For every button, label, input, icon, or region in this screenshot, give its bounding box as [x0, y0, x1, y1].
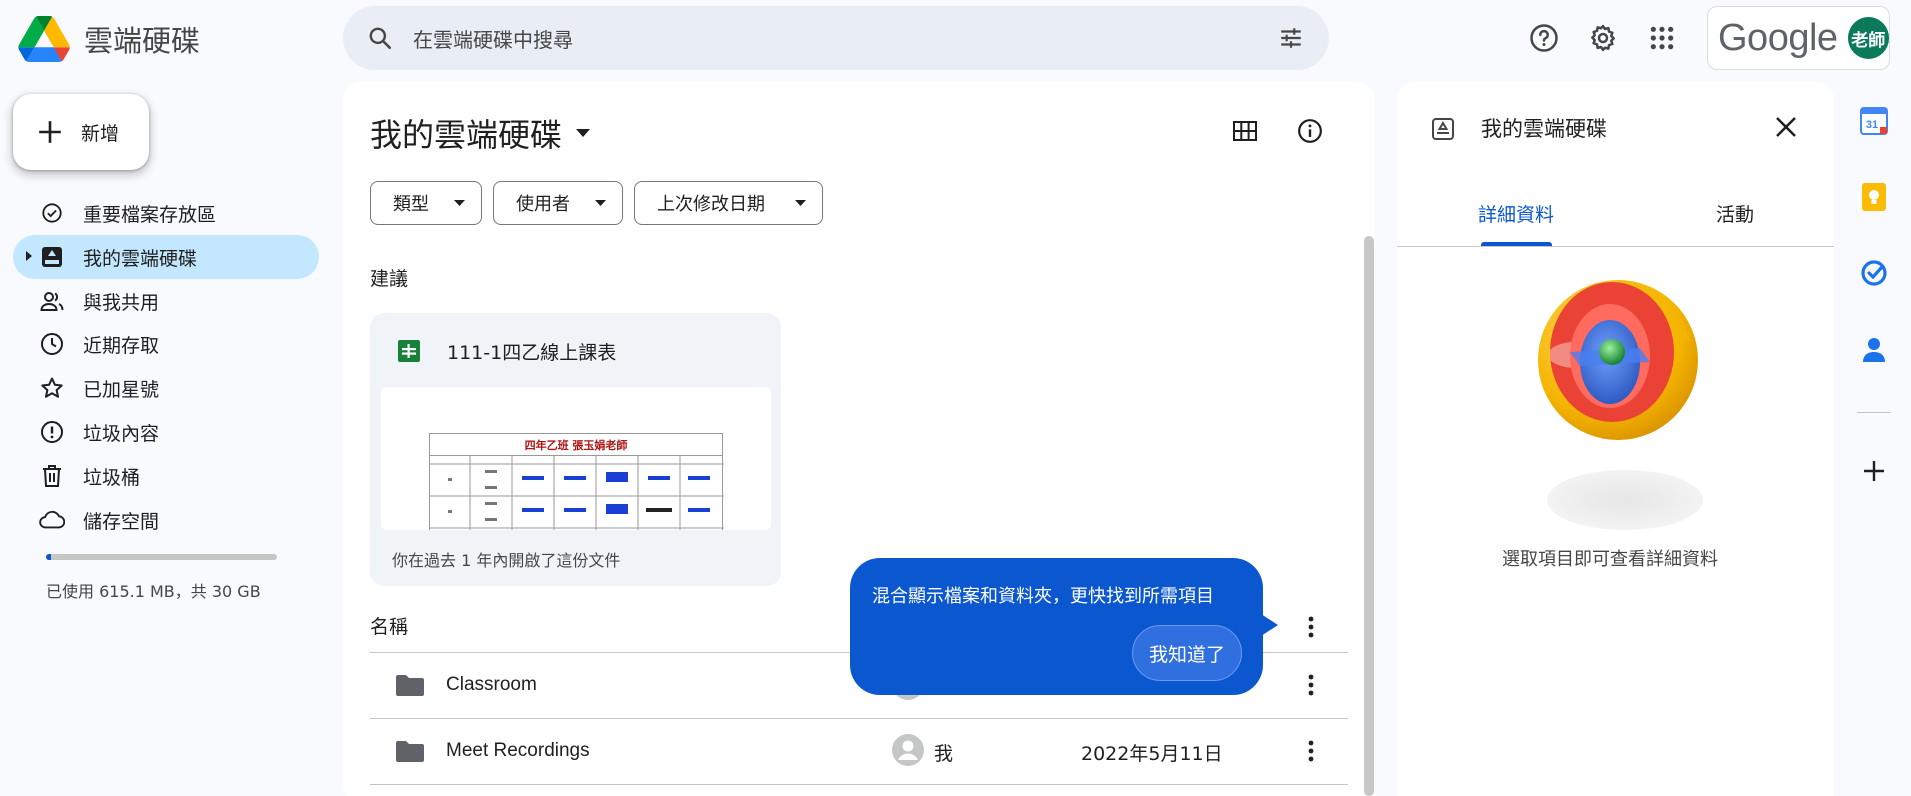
sidebar-item-label: 我的雲端硬碟 — [83, 247, 198, 270]
suggested-file-title: 111-1四乙線上課表 — [447, 342, 617, 364]
sidebar-item-starred[interactable]: 已加星號 — [13, 366, 319, 410]
filter-modified[interactable]: 上次修改日期 — [634, 181, 823, 225]
tooltip-text: 混合顯示檔案和資料夾，更快找到所需項目 — [872, 586, 1214, 607]
my-drive-icon — [39, 244, 65, 270]
more-options-icon[interactable] — [1296, 612, 1326, 642]
suggested-file-preview: 四年乙班 張玉娟老師 — [381, 387, 771, 530]
filter-type-label: 類型 — [393, 194, 429, 215]
new-button-label: 新增 — [81, 122, 120, 145]
cloud-icon — [39, 507, 65, 533]
suggested-heading: 建議 — [370, 268, 409, 290]
modified-date: 2022年5月11日 — [1081, 743, 1223, 765]
folder-icon — [396, 674, 424, 696]
row-divider — [370, 784, 1348, 785]
scrollbar[interactable] — [1364, 236, 1374, 796]
new-button[interactable]: 新增 — [13, 94, 149, 170]
caret-down-icon — [576, 129, 591, 137]
sidebar-item-recent[interactable]: 近期存取 — [13, 322, 319, 366]
sidebar-item-label: 近期存取 — [83, 334, 160, 357]
row-more-icon[interactable] — [1308, 740, 1314, 762]
caret-down-icon — [595, 200, 606, 206]
sidebar-item-label: 已加星號 — [83, 378, 160, 401]
details-title: 我的雲端硬碟 — [1481, 117, 1607, 141]
trash-icon — [39, 463, 65, 489]
sidebar-item-priority[interactable]: 重要檔案存放區 — [13, 191, 319, 235]
table-row[interactable]: Meet Recordings 我 2022年5月11日 — [370, 719, 1348, 783]
tabs-divider — [1397, 246, 1834, 247]
owner-name: 我 — [934, 743, 954, 765]
sidebar-item-my-drive[interactable]: 我的雲端硬碟 — [13, 235, 319, 279]
account-switcher[interactable]: Google 老師 — [1707, 6, 1890, 70]
spam-icon — [39, 419, 65, 445]
settings-icon[interactable] — [1585, 20, 1621, 56]
suggested-file-reason: 你在過去 1 年內開啟了這份文件 — [392, 551, 621, 570]
sidebar-item-label: 重要檔案存放區 — [83, 203, 217, 226]
column-header-name[interactable]: 名稱 — [370, 612, 408, 639]
info-icon[interactable] — [1292, 113, 1328, 149]
apps-icon[interactable] — [1644, 20, 1680, 56]
drive-logo[interactable]: 雲端硬碟 — [18, 14, 200, 64]
storage-usage-text: 已使用 615.1 MB，共 30 GB — [46, 582, 261, 601]
svg-text:31: 31 — [1866, 119, 1878, 131]
tooltip-dismiss-button[interactable]: 我知道了 — [1132, 625, 1242, 681]
star-icon — [39, 375, 65, 401]
sidebar-item-storage[interactable]: 儲存空間 — [13, 498, 319, 542]
file-name: Meet Recordings — [446, 740, 590, 761]
sidebar-item-label: 與我共用 — [83, 291, 160, 314]
keep-icon[interactable] — [1857, 180, 1891, 214]
avatar[interactable]: 老師 — [1847, 17, 1889, 59]
search-input[interactable]: 在雲端硬碟中搜尋 — [413, 24, 573, 53]
details-empty-hint: 選取項目即可查看詳細資料 — [1502, 549, 1718, 570]
empty-state-illustration — [1530, 270, 1710, 540]
caret-down-icon — [454, 200, 465, 206]
file-name: Classroom — [446, 674, 537, 695]
sheets-icon — [398, 340, 420, 362]
sidebar-item-label: 垃圾內容 — [83, 422, 160, 445]
search-icon[interactable] — [367, 25, 393, 51]
owner-avatar-icon — [892, 734, 924, 766]
sidebar-item-label: 儲存空間 — [83, 510, 160, 533]
plus-icon — [37, 119, 63, 145]
tooltip-arrow — [1258, 612, 1278, 638]
filter-people-label: 使用者 — [516, 194, 570, 215]
filter-type[interactable]: 類型 — [370, 181, 482, 225]
row-more-icon[interactable] — [1308, 674, 1314, 696]
drive-logo-icon — [18, 16, 70, 62]
filter-people[interactable]: 使用者 — [493, 181, 623, 225]
search-bar[interactable]: 在雲端硬碟中搜尋 — [343, 6, 1329, 70]
contacts-icon[interactable] — [1857, 332, 1891, 366]
page-title[interactable]: 我的雲端硬碟 — [370, 110, 591, 156]
sidebar-item-spam[interactable]: 垃圾內容 — [13, 410, 319, 454]
search-options-icon[interactable] — [1277, 25, 1305, 51]
shared-icon — [39, 288, 65, 314]
help-icon[interactable] — [1526, 20, 1562, 56]
sidebar-item-trash[interactable]: 垃圾桶 — [13, 454, 319, 498]
sidebar-item-shared[interactable]: 與我共用 — [13, 279, 319, 323]
sidebar-item-label: 垃圾桶 — [83, 466, 141, 489]
tab-activity[interactable]: 活動 — [1716, 200, 1754, 227]
expand-arrow-icon[interactable] — [25, 250, 33, 262]
google-wordmark: Google — [1718, 16, 1838, 59]
preview-heading: 四年乙班 張玉娟老師 — [524, 438, 628, 452]
tab-details[interactable]: 詳細資料 — [1478, 200, 1554, 227]
filter-modified-label: 上次修改日期 — [657, 194, 765, 215]
folder-icon — [396, 740, 424, 762]
storage-progress-bar — [46, 554, 277, 560]
grid-view-icon[interactable] — [1227, 113, 1263, 149]
add-addon-icon[interactable] — [1857, 454, 1891, 488]
app-name: 雲端硬碟 — [84, 24, 201, 58]
clock-icon — [39, 331, 65, 357]
priority-icon — [39, 200, 65, 226]
close-icon[interactable] — [1770, 111, 1802, 143]
rail-divider — [1857, 412, 1891, 413]
my-drive-icon — [1431, 117, 1455, 141]
caret-down-icon — [795, 200, 806, 206]
page-title-text: 我的雲端硬碟 — [370, 116, 563, 154]
tasks-icon[interactable] — [1857, 256, 1891, 290]
calendar-icon[interactable]: 31 — [1857, 104, 1891, 138]
storage-progress-fill — [46, 554, 51, 560]
